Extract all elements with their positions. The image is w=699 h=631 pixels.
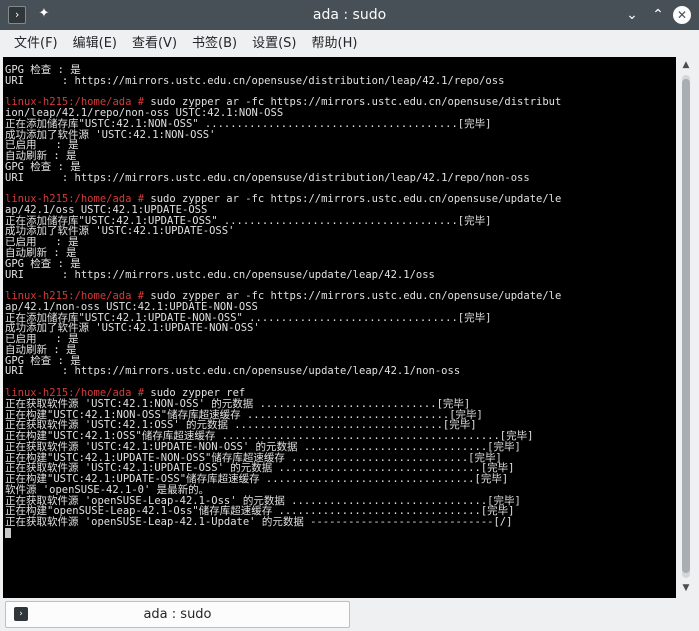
terminal-line: URI : https://mirrors.ustc.edu.cn/opensu… (5, 171, 676, 184)
terminal-line: 自动刷新 : 是 (5, 151, 676, 162)
line-text: URI : https://mirrors.ustc.edu.cn/opensu… (5, 171, 530, 184)
close-button[interactable]: ✕ (673, 6, 691, 24)
menu-edit[interactable]: 编辑(E) (66, 30, 124, 57)
menu-file[interactable]: 文件(F) (7, 30, 65, 57)
terminal-line: URI : https://mirrors.ustc.edu.cn/opensu… (5, 366, 676, 377)
menu-settings[interactable]: 设置(S) (245, 30, 303, 57)
window-title: ada : sudo (312, 7, 387, 23)
line-text: URI : https://mirrors.ustc.edu.cn/opensu… (5, 74, 505, 87)
terminal-line: 成功添加了软件源 'USTC:42.1:UPDATE-NON-OSS' (5, 323, 676, 334)
line-text: URI : https://mirrors.ustc.edu.cn/opensu… (5, 268, 435, 281)
menu-view[interactable]: 查看(V) (125, 30, 184, 57)
terminal-icon[interactable]: › (8, 6, 26, 24)
title-bar: › ✦ ada : sudo ⌄ ⌃ ✕ (0, 0, 699, 30)
maximize-button[interactable]: ⌃ (649, 6, 667, 24)
minimize-button[interactable]: ⌄ (623, 6, 641, 24)
menu-bar: 文件(F) 编辑(E) 查看(V) 书签(B) 设置(S) 帮助(H) (0, 30, 699, 57)
terminal-line: 成功添加了软件源 'USTC:42.1:NON-OSS' (5, 129, 676, 141)
terminal-line: 已启用 : 是 (5, 237, 676, 248)
menu-bookmarks[interactable]: 书签(B) (185, 30, 244, 57)
tab-ada-sudo[interactable]: › ada : sudo (5, 601, 350, 628)
terminal-line: 已启用 : 是 (5, 140, 676, 151)
tab-bar: › ada : sudo (0, 598, 699, 631)
terminal-line: 自动刷新 : 是 (5, 248, 676, 259)
terminal-line: 正在获取软件源 'openSUSE-Leap-42.1-Update' 的元数据… (5, 517, 676, 528)
text-cursor (5, 527, 11, 538)
menu-help[interactable]: 帮助(H) (305, 30, 365, 57)
terminal-lines: GPG 检查 : 是 URI : https://mirrors.ustc.edu… (5, 65, 676, 539)
terminal-line: 自动刷新 : 是 (5, 345, 676, 356)
tab-label: ada : sudo (143, 607, 212, 622)
line-text: URI : https://mirrors.ustc.edu.cn/opensu… (5, 365, 461, 378)
pin-icon[interactable]: ✦ (35, 5, 53, 23)
vertical-scrollbar[interactable]: ▲ ▼ (676, 57, 696, 598)
terminal-line (5, 527, 676, 539)
terminal-output[interactable]: GPG 检查 : 是 URI : https://mirrors.ustc.edu… (3, 57, 676, 598)
terminal-line: 成功添加了软件源 'USTC:42.1:UPDATE-OSS' (5, 226, 676, 237)
terminal-line: URI : https://mirrors.ustc.edu.cn/opensu… (5, 268, 676, 281)
terminal-line: URI : https://mirrors.ustc.edu.cn/opensu… (5, 74, 676, 87)
scroll-up-icon[interactable]: ▲ (679, 58, 693, 72)
scroll-down-icon[interactable]: ▼ (679, 581, 693, 595)
line-text: 正在获取软件源 'openSUSE-Leap-42.1-Update' 的元数据… (5, 516, 513, 529)
scroll-thumb[interactable] (682, 79, 690, 573)
terminal-line: 已启用 : 是 (5, 334, 676, 345)
